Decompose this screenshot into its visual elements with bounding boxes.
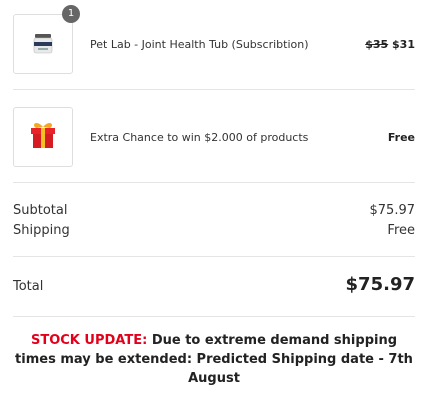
item-price: Free [387,131,415,144]
divider [13,256,415,257]
subtotal-label: Subtotal [13,203,68,218]
product-thumbnail: 1 [13,5,80,74]
subtotal-value: $75.97 [369,203,416,218]
divider [13,89,415,90]
notice-highlight: STOCK UPDATE: [30,333,148,348]
line-item: Extra Chance to win $2.000 of products F… [13,107,415,167]
shipping-value: Free [387,223,415,238]
item-name: Extra Chance to win $2.000 of products [90,131,309,144]
shipping-row: Shipping Free [13,223,415,238]
original-price: $35 [365,38,389,51]
supplement-tub-icon [33,34,53,54]
shipping-label: Shipping [13,223,70,238]
sale-price: $31 [392,38,415,51]
gift-box-icon [31,123,55,148]
line-item: 1 Pet Lab - Joint Health Tub (Subscribti… [13,5,415,74]
item-price: $35 $31 [365,38,415,51]
total-label: Total [13,279,44,294]
divider [13,316,415,317]
quantity-badge: 1 [62,5,80,23]
divider [13,182,415,183]
stock-update-notice: STOCK UPDATE: Due to extreme demand ship… [13,331,415,388]
total-value: $75.97 [345,274,415,295]
item-name: Pet Lab - Joint Health Tub (Subscribtion… [90,38,309,51]
product-thumbnail [13,107,73,167]
subtotal-row: Subtotal $75.97 [13,203,415,218]
